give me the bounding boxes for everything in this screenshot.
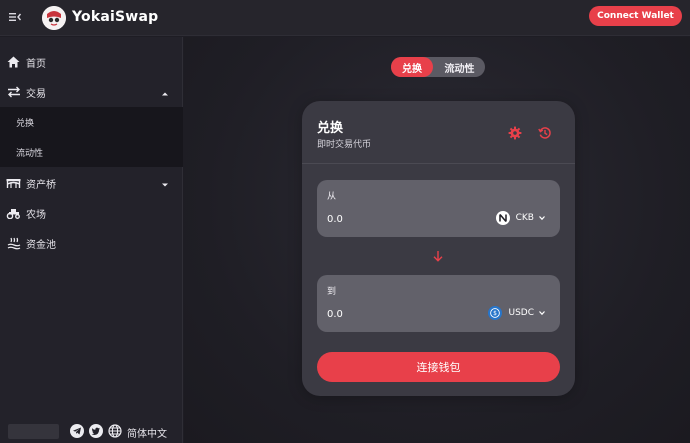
chevron-down-icon [538, 212, 546, 225]
sidebar-item-bridge[interactable]: 资产桥 [0, 168, 183, 198]
to-token-name: USDC [508, 308, 534, 318]
sidebar-subitem-label: 兑换 [16, 119, 35, 129]
arrow-down-icon[interactable] [431, 249, 445, 263]
gear-icon[interactable] [508, 126, 522, 140]
usdc-token-icon: $ [488, 306, 503, 320]
to-label: 到 [327, 287, 337, 297]
connect-wallet-button[interactable]: Connect Wallet [589, 6, 682, 26]
swap-arrows-icon [6, 85, 21, 99]
connect-wallet-main-button[interactable]: 连接钱包 [317, 352, 560, 382]
card-title: 兑换 [317, 121, 344, 136]
sidebar-item-pool[interactable]: 资金池 [0, 228, 183, 258]
tractor-icon [6, 206, 21, 220]
swap-card: 兑换 即时交易代币 从 0.0 CKB 到 0.0 $ USDC 连接钱包 [302, 101, 575, 396]
telegram-icon[interactable] [70, 424, 84, 438]
chevron-down-icon [538, 307, 546, 320]
sidebar-item-label: 资产桥 [26, 180, 56, 191]
home-icon [6, 55, 21, 69]
sidebar-footer: 简体中文 [0, 419, 183, 443]
sidebar-subitem-liquidity[interactable]: 流动性 [0, 137, 183, 167]
sidebar: 首页 交易 兑换 流动性 资产桥 农场 资金池 简体中文 [0, 37, 183, 443]
from-token-selector[interactable]: CKB [495, 209, 546, 227]
sidebar-item-home[interactable]: 首页 [0, 47, 183, 77]
history-icon[interactable] [538, 126, 552, 140]
brand-name[interactable]: YokaiSwap [72, 9, 158, 25]
yokai-logo-icon[interactable] [42, 6, 66, 30]
pool-icon [6, 236, 21, 250]
token-price-badge [8, 424, 59, 439]
twitter-icon[interactable] [89, 424, 103, 438]
globe-icon[interactable] [108, 424, 122, 438]
swap-liquidity-toggle: 兑换 流动性 [391, 57, 485, 77]
sidebar-item-trade[interactable]: 交易 [0, 77, 183, 107]
tab-liquidity[interactable]: 流动性 [434, 57, 485, 77]
sidebar-subitem-label: 流动性 [16, 149, 44, 159]
sidebar-item-label: 农场 [26, 210, 46, 221]
language-selector[interactable]: 简体中文 [127, 425, 167, 440]
sidebar-item-label: 交易 [26, 89, 46, 100]
chevron-down-icon[interactable] [161, 179, 169, 187]
from-label: 从 [327, 192, 337, 202]
tab-swap[interactable]: 兑换 [391, 57, 433, 77]
bridge-icon [6, 176, 21, 190]
to-amount-input[interactable] [327, 306, 447, 322]
sidebar-item-label: 资金池 [26, 240, 56, 251]
chevron-up-icon[interactable] [161, 88, 169, 96]
card-subtitle: 即时交易代币 [317, 140, 372, 150]
from-amount-input[interactable] [327, 211, 447, 227]
card-divider [302, 163, 575, 164]
from-token-name: CKB [515, 213, 534, 223]
to-panel: 到 $ USDC [317, 275, 560, 332]
to-token-selector[interactable]: $ USDC [488, 304, 546, 322]
menu-collapse-icon[interactable] [8, 10, 22, 24]
sidebar-item-farm[interactable]: 农场 [0, 198, 183, 228]
from-panel: 从 CKB [317, 180, 560, 237]
ckb-token-icon [495, 211, 510, 225]
sidebar-subitem-swap[interactable]: 兑换 [0, 107, 183, 137]
svg-text:$: $ [494, 310, 498, 317]
top-bar: YokaiSwap Connect Wallet [0, 0, 690, 36]
sidebar-item-label: 首页 [26, 59, 46, 70]
